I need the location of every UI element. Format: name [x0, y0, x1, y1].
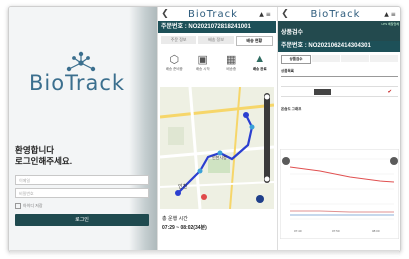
- logo-molecule-icon: [66, 51, 96, 72]
- back-icon[interactable]: ❮: [158, 9, 172, 19]
- map-label-incheon: 인천: [178, 184, 188, 190]
- app-title: BioTrack: [188, 8, 238, 20]
- bell-icon[interactable]: ▲: [259, 11, 264, 18]
- welcome-line-1: 환영합니다: [15, 145, 55, 155]
- step-delivered: ▲ 배송 완료: [248, 53, 272, 72]
- order-number-bar: 주문번호 : NO2021072818241001: [158, 21, 276, 33]
- trip-time: 총 운행 시간 07:29 ~ 08:02(34분): [162, 215, 207, 233]
- table-row[interactable]: ✔: [281, 87, 398, 97]
- app-title: BioTrack: [310, 8, 361, 20]
- step-label: 배송중: [226, 67, 237, 71]
- header-icons[interactable]: ▲ ≡: [254, 11, 276, 18]
- tab-3[interactable]: [341, 55, 369, 62]
- password-field[interactable]: 비밀번호: [15, 188, 149, 198]
- bell-icon[interactable]: ▲: [384, 11, 389, 18]
- step-in-transit: ▦ 배송중: [219, 53, 243, 72]
- step-label: 배송 완료: [252, 67, 267, 71]
- trip-time-value: 07:29 ~ 08:02(34분): [162, 225, 207, 231]
- chart-tick-2: 07:50: [332, 229, 340, 233]
- step-label: 배송 시작: [195, 67, 210, 71]
- step-label: 배송 준비중: [165, 67, 183, 71]
- tab-order-info[interactable]: 주문 정보: [161, 36, 197, 44]
- screenshot-frame: BioTrack 환영합니다 로그인해주세요. 이메일 비밀번호 아이디 저장 …: [8, 6, 401, 252]
- tab-bar: 주문 정보 배송 정보 배송 현황: [158, 33, 276, 49]
- back-icon[interactable]: ❮: [278, 9, 292, 19]
- tab-bar: 상품검수: [278, 52, 400, 67]
- inspection-title: 상품검수: [281, 30, 304, 36]
- tab-inspection[interactable]: 상품검수: [281, 55, 311, 64]
- app-header: ❮ BioTrack ▲ ≡: [278, 7, 400, 21]
- chart-graphic: [279, 148, 400, 240]
- vendor-badge: LPS 배달업체: [381, 22, 399, 26]
- email-field[interactable]: 이메일: [15, 175, 149, 185]
- step-started: ▣ 배송 시작: [191, 53, 215, 72]
- delivery-truck-icon: ▦: [226, 54, 237, 66]
- tab-shipping-info[interactable]: 배송 정보: [198, 36, 234, 44]
- menu-icon[interactable]: ≡: [266, 11, 271, 18]
- frame-shadow: [10, 250, 399, 256]
- order-number-bar: 주문번호 : NO2021062414304301: [278, 41, 400, 52]
- table-header-row: [281, 77, 398, 87]
- logo-text: BioTrack: [29, 71, 126, 95]
- product-table: ✔: [281, 76, 398, 97]
- trip-time-label: 총 운행 시간: [162, 216, 188, 222]
- delivered-icon: ▲: [254, 53, 266, 65]
- menu-icon[interactable]: ≡: [391, 11, 396, 18]
- check-icon: ✔: [387, 88, 392, 95]
- app-header: ❮ BioTrack ▲ ≡: [158, 7, 276, 21]
- delivery-status-screen: ❮ BioTrack ▲ ≡ 주문번호 : NO2021072818241001…: [157, 7, 276, 251]
- tab-delivery-status[interactable]: 배송 현황: [235, 36, 273, 46]
- remember-checkbox[interactable]: 아이디 저장: [15, 203, 43, 209]
- chart-tick-1: 07:40: [294, 229, 302, 233]
- tab-2[interactable]: [312, 55, 340, 62]
- remember-label: 아이디 저장: [23, 203, 43, 209]
- welcome-text: 환영합니다 로그인해주세요.: [15, 145, 72, 167]
- status-badge: [314, 88, 332, 95]
- section-product-list: 상품목록: [281, 69, 294, 73]
- route-map[interactable]: 인천 인천시청: [160, 87, 274, 209]
- checkbox-icon: [15, 203, 21, 209]
- chart-tick-3: 08:00: [372, 229, 380, 233]
- login-screen: BioTrack 환영합니다 로그인해주세요. 이메일 비밀번호 아이디 저장 …: [9, 7, 169, 251]
- map-label-cityhall: 인천시청: [212, 155, 227, 160]
- tab-4[interactable]: [370, 55, 398, 62]
- header-icons[interactable]: ▲ ≡: [379, 11, 400, 18]
- inspection-screen: ❮ BioTrack ▲ ≡ LPS 배달업체 상품검수 주문번호 : NO20…: [277, 7, 400, 251]
- temp-humidity-chart: 07:40 07:50 08:00: [279, 148, 400, 240]
- map-graphic: [160, 87, 274, 209]
- section-temp-humidity: 온습도 그래프: [281, 107, 302, 111]
- welcome-line-2: 로그인해주세요.: [15, 156, 73, 166]
- step-preparing: ⬡ 배송 준비중: [162, 53, 186, 72]
- delivery-steps: ⬡ 배송 준비중 ▣ 배송 시작 ▦ 배송중 ▲ 배송 완료: [158, 49, 276, 72]
- truck-icon: ▣: [197, 54, 208, 66]
- box-icon: ⬡: [169, 54, 180, 66]
- inspection-header: LPS 배달업체 상품검수: [278, 21, 400, 41]
- login-button[interactable]: 로그인: [15, 214, 149, 226]
